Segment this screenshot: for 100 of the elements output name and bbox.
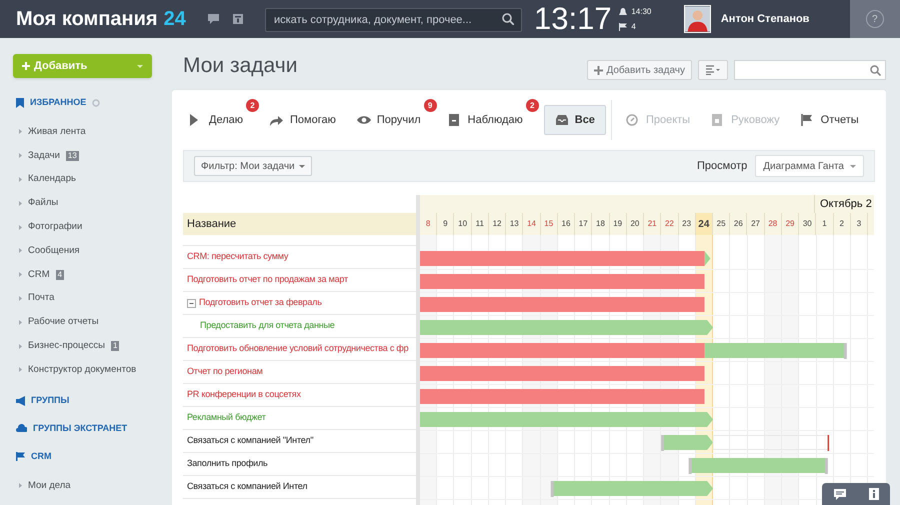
bullet-icon xyxy=(19,129,22,134)
bullet-icon xyxy=(19,344,22,349)
flag-icon[interactable] xyxy=(619,22,628,30)
tab[interactable]: Помогаю xyxy=(264,105,342,135)
caret-icon xyxy=(850,164,856,168)
user-name[interactable]: Антон Степанов xyxy=(720,10,850,28)
day-label: 10 xyxy=(454,213,472,235)
day-label: 20 xyxy=(626,213,644,235)
counter-badge: 4 xyxy=(56,270,64,280)
flag-icon xyxy=(800,114,815,126)
clock: 13:17 xyxy=(534,2,613,36)
day-label: 3 xyxy=(850,213,868,235)
task-name[interactable]: Отчет по регионам xyxy=(187,365,263,379)
day-label: 27 xyxy=(747,213,765,235)
avatar xyxy=(684,5,711,33)
sidebar-item[interactable]: Файлы xyxy=(28,196,58,210)
count-badge: 9 xyxy=(424,99,437,112)
chat-icon[interactable] xyxy=(208,14,219,24)
view-dropdown[interactable]: Диаграмма Ганта xyxy=(755,155,864,177)
task-name[interactable]: Подготовить отчет по продажам за март xyxy=(187,273,348,287)
task-name[interactable]: CRM: пересчитать сумму xyxy=(187,250,288,264)
bullet-icon xyxy=(19,200,22,206)
day-label: 16 xyxy=(558,213,576,235)
chat-icon[interactable] xyxy=(834,488,846,500)
gear-icon[interactable] xyxy=(92,99,100,107)
section-title[interactable]: ГРУППЫ ЭКСТРАНЕТ xyxy=(33,422,128,436)
add-task-button[interactable]: Добавить задачу xyxy=(587,60,692,80)
day-label: 2 xyxy=(834,213,851,235)
arrow-icon xyxy=(270,114,284,126)
search-field[interactable]: искать сотрудника, документ, прочее... xyxy=(264,8,522,32)
sidebar-item[interactable]: Бизнес-процессы xyxy=(28,338,105,354)
task-name[interactable]: Подготовить отчет за февраль xyxy=(199,296,322,310)
section-title[interactable]: ГРУППЫ xyxy=(31,394,70,408)
bullet-icon xyxy=(19,483,22,488)
tab[interactable]: Все xyxy=(544,105,606,135)
bullet-icon xyxy=(19,320,22,325)
count-badge: 2 xyxy=(246,99,259,112)
logo-text: Моя компания xyxy=(16,7,158,32)
sidebar-item[interactable]: Почта xyxy=(28,291,54,306)
column-header: Название xyxy=(183,213,416,235)
caret-icon xyxy=(137,64,143,68)
caret-icon xyxy=(298,164,305,168)
tab[interactable]: Делаю xyxy=(183,105,249,135)
day-label: 1 xyxy=(816,213,834,235)
flag-icon xyxy=(16,452,25,462)
task-name[interactable]: Заполнить профиль xyxy=(187,457,268,471)
page-title: Мои задачи xyxy=(183,53,298,80)
count-badge: 2 xyxy=(526,99,539,112)
day-label: 11 xyxy=(472,213,489,235)
document-icon[interactable] xyxy=(232,14,243,24)
search-icon xyxy=(870,64,881,76)
day-label: 30 xyxy=(799,213,816,235)
megaphone-icon xyxy=(16,396,25,406)
day-label: 24 xyxy=(696,213,713,235)
sidebar-item[interactable]: Задачи xyxy=(28,148,60,163)
task-name[interactable]: PR конференции в соцсетях xyxy=(187,388,301,402)
day-label: 13 xyxy=(506,213,524,235)
bell-icon[interactable] xyxy=(619,8,628,16)
sidebar-item[interactable]: Сообщения xyxy=(28,244,80,258)
sidebar-item[interactable]: Конструктор документов xyxy=(28,362,136,377)
search-icon xyxy=(502,13,514,25)
eye-icon xyxy=(356,114,371,126)
task-name[interactable]: Связаться с компанией "Интел" xyxy=(187,434,314,448)
cloud-icon xyxy=(16,424,27,434)
bullet-icon xyxy=(19,176,22,182)
book-icon xyxy=(448,114,462,126)
collapse-icon[interactable] xyxy=(187,298,196,308)
logo-number: 24 xyxy=(164,7,186,32)
bullet-icon xyxy=(19,224,22,230)
day-label: 9 xyxy=(437,213,454,235)
task-name[interactable]: Рекламный бюджет xyxy=(187,411,266,425)
sidebar-item[interactable]: Живая лента xyxy=(28,124,86,140)
bullet-icon xyxy=(19,296,22,301)
bookmark-icon xyxy=(16,98,24,108)
day-label: 25 xyxy=(712,213,730,235)
day-label: 19 xyxy=(610,213,627,235)
sidebar-item[interactable]: Фотографии xyxy=(28,220,82,234)
section-title[interactable]: ИЗБРАННОЕ xyxy=(30,96,86,110)
sidebar-item[interactable]: Рабочие отчеты xyxy=(28,315,99,330)
plus-icon xyxy=(594,66,604,74)
bullet-icon xyxy=(19,248,22,254)
alarm-time: 14:30 xyxy=(631,6,652,18)
flag-count: 4 xyxy=(631,20,636,32)
section-title[interactable]: CRM xyxy=(31,450,52,464)
sidebar-item[interactable]: Мои дела xyxy=(28,478,71,493)
info-icon[interactable] xyxy=(868,488,878,500)
sidebar-item[interactable]: Календарь xyxy=(28,172,76,187)
day-label: 26 xyxy=(730,213,748,235)
filter-button[interactable]: Фильтр: Мои задачи xyxy=(194,156,312,176)
compass-icon xyxy=(626,114,640,126)
sidebar-item[interactable]: CRM xyxy=(28,268,50,282)
plus-icon xyxy=(22,62,30,70)
list-menu-button[interactable] xyxy=(698,60,728,80)
view-label: Просмотр xyxy=(697,158,748,174)
tab[interactable]: Отчеты xyxy=(794,105,865,135)
task-name[interactable]: Связаться с компанией Интел xyxy=(187,480,308,494)
bullet-icon xyxy=(19,367,22,372)
task-name[interactable]: Подготовить обновление условий сотрудничества с фр xyxy=(187,342,408,356)
counter-badge: 1 xyxy=(111,341,120,352)
task-name[interactable]: Предоставить для отчета данные xyxy=(200,319,335,333)
